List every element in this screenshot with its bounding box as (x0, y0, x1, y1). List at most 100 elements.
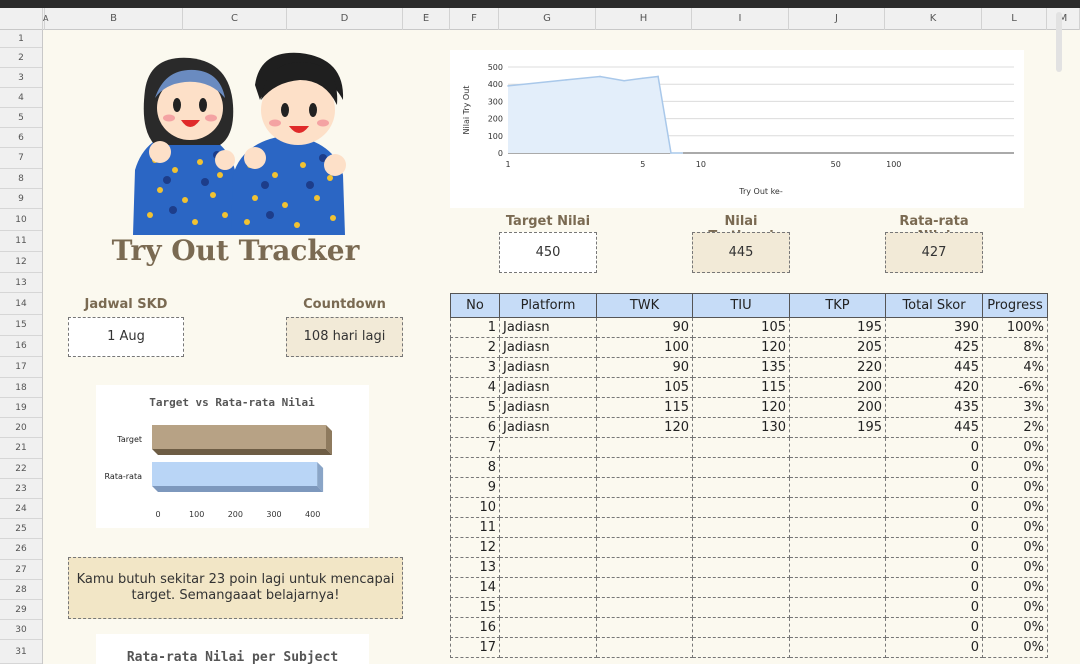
table-cell[interactable]: 1 (450, 317, 500, 338)
table-cell[interactable]: Jadiasn (499, 357, 597, 378)
table-cell[interactable]: 0 (885, 437, 983, 458)
table-cell[interactable] (596, 557, 693, 578)
table-cell[interactable]: 0 (885, 537, 983, 558)
bar[interactable] (152, 425, 326, 449)
table-cell[interactable]: 0 (885, 497, 983, 518)
table-cell[interactable]: 0% (982, 477, 1048, 498)
table-cell[interactable]: 0 (885, 617, 983, 638)
table-cell[interactable]: 205 (789, 337, 886, 358)
table-cell[interactable] (596, 497, 693, 518)
table-cell[interactable] (499, 577, 597, 598)
table-cell[interactable]: 130 (692, 417, 790, 438)
countdown-value[interactable]: 108 hari lagi (286, 317, 403, 357)
table-cell[interactable]: 9 (450, 477, 500, 498)
table-cell[interactable] (789, 637, 886, 658)
table-cell[interactable]: 8% (982, 337, 1048, 358)
table-cell[interactable] (692, 557, 790, 578)
table-cell[interactable]: Jadiasn (499, 337, 597, 358)
table-cell[interactable]: 445 (885, 417, 983, 438)
column-header-tkp[interactable]: TKP (789, 293, 886, 318)
table-cell[interactable]: 445 (885, 357, 983, 378)
row-header[interactable]: 3 (0, 68, 42, 88)
column-header[interactable]: C (183, 8, 287, 30)
table-cell[interactable] (499, 437, 597, 458)
column-header[interactable]: E (403, 8, 450, 30)
table-cell[interactable]: 115 (596, 397, 693, 418)
table-cell[interactable] (789, 437, 886, 458)
table-cell[interactable]: Jadiasn (499, 317, 597, 338)
table-cell[interactable]: 17 (450, 637, 500, 658)
target-nilai-value[interactable]: 450 (499, 232, 597, 273)
table-cell[interactable]: Jadiasn (499, 377, 597, 398)
row-header[interactable]: 22 (0, 459, 42, 479)
column-header[interactable]: D (287, 8, 403, 30)
table-cell[interactable]: 420 (885, 377, 983, 398)
table-cell[interactable] (499, 457, 597, 478)
column-header[interactable]: I (692, 8, 789, 30)
table-cell[interactable]: 195 (789, 417, 886, 438)
row-header[interactable]: 23 (0, 479, 42, 499)
column-header-total-skor[interactable]: Total Skor (885, 293, 983, 318)
table-cell[interactable] (789, 537, 886, 558)
table-cell[interactable]: 10 (450, 497, 500, 518)
row-header[interactable]: 1 (0, 30, 42, 48)
column-header[interactable]: B (45, 8, 183, 30)
table-cell[interactable] (596, 577, 693, 598)
table-cell[interactable] (596, 437, 693, 458)
table-cell[interactable]: 200 (789, 397, 886, 418)
row-header[interactable]: 9 (0, 189, 42, 209)
table-cell[interactable]: 8 (450, 457, 500, 478)
row-header[interactable]: 28 (0, 580, 42, 600)
target-vs-rata-rata-bar-chart[interactable]: Target vs Rata-rata Nilai Target Rata-rata… (96, 385, 369, 528)
table-cell[interactable] (789, 617, 886, 638)
table-cell[interactable]: 12 (450, 537, 500, 558)
row-header[interactable]: 30 (0, 620, 42, 640)
table-cell[interactable]: 0 (885, 477, 983, 498)
row-header[interactable]: 5 (0, 108, 42, 128)
table-cell[interactable]: 0% (982, 437, 1048, 458)
table-cell[interactable] (499, 497, 597, 518)
table-cell[interactable] (596, 477, 693, 498)
table-cell[interactable] (692, 457, 790, 478)
table-cell[interactable] (692, 497, 790, 518)
table-cell[interactable] (692, 537, 790, 558)
table-cell[interactable] (789, 597, 886, 618)
row-header[interactable]: 12 (0, 252, 42, 273)
table-cell[interactable]: 3 (450, 357, 500, 378)
column-header[interactable]: H (596, 8, 692, 30)
column-header[interactable]: K (885, 8, 982, 30)
table-cell[interactable] (499, 557, 597, 578)
table-cell[interactable]: 390 (885, 317, 983, 338)
nilai-tertinggi-value[interactable]: 445 (692, 232, 790, 273)
row-header[interactable]: 25 (0, 519, 42, 539)
try-out-area-chart[interactable]: 0 100 200 300 400 500 1 5 10 50 100 Try Out ke- Nila… (450, 50, 1024, 208)
row-header[interactable]: 26 (0, 539, 42, 560)
table-cell[interactable]: 16 (450, 617, 500, 638)
table-cell[interactable]: 120 (692, 337, 790, 358)
row-header[interactable]: 20 (0, 418, 42, 438)
table-cell[interactable] (499, 637, 597, 658)
table-cell[interactable]: 2% (982, 417, 1048, 438)
table-cell[interactable]: 100 (596, 337, 693, 358)
table-cell[interactable]: 2 (450, 337, 500, 358)
table-cell[interactable]: Jadiasn (499, 417, 597, 438)
column-header-progress[interactable]: Progress (982, 293, 1048, 318)
table-cell[interactable]: 425 (885, 337, 983, 358)
table-cell[interactable]: 13 (450, 557, 500, 578)
table-cell[interactable]: 0% (982, 597, 1048, 618)
table-cell[interactable]: 0% (982, 557, 1048, 578)
table-cell[interactable]: 14 (450, 577, 500, 598)
scrollbar-thumb[interactable] (1056, 12, 1062, 72)
table-cell[interactable]: 105 (596, 377, 693, 398)
table-cell[interactable] (596, 637, 693, 658)
table-cell[interactable] (596, 517, 693, 538)
table-cell[interactable]: 0 (885, 457, 983, 478)
row-header[interactable]: 27 (0, 560, 42, 580)
column-header-no[interactable]: No (450, 293, 500, 318)
table-cell[interactable] (789, 477, 886, 498)
row-header[interactable]: 19 (0, 398, 42, 418)
table-cell[interactable]: 0% (982, 577, 1048, 598)
table-cell[interactable] (596, 617, 693, 638)
row-header[interactable]: 8 (0, 169, 42, 189)
table-cell[interactable]: 105 (692, 317, 790, 338)
